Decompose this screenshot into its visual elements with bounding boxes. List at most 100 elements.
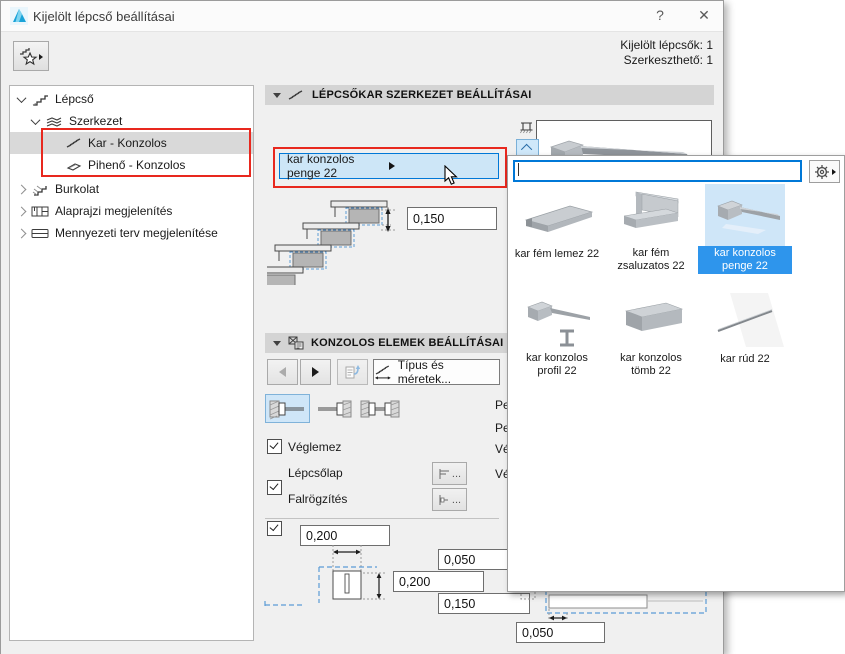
metal-plate-thumb — [518, 186, 596, 244]
lepcsolap-options-button[interactable]: ... — [432, 462, 467, 485]
tree-item-label: Kar - Konzolos — [88, 136, 167, 150]
stair-icon — [31, 93, 49, 106]
lepcsolap-checkbox[interactable] — [267, 480, 282, 495]
dialog-title: Kijelölt lépcső beállításai — [33, 9, 175, 24]
arm-type-label: kar rúd 22 — [717, 352, 773, 367]
arm-type-thumbnail[interactable] — [517, 289, 597, 351]
flight-icon — [66, 137, 82, 149]
tree-item-label: Pihenő - Konzolos — [88, 158, 185, 172]
ellipsis-label: ... — [452, 468, 461, 480]
tree-item-piheno-konzolos[interactable]: Pihenő - Konzolos — [10, 154, 254, 176]
tree-item-szerkezet[interactable]: Szerkezet — [10, 110, 254, 132]
arrow-right-icon — [312, 367, 319, 377]
tree-item-kar-konzolos[interactable]: Kar - Konzolos — [10, 132, 254, 154]
previous-element-button[interactable] — [267, 359, 298, 385]
thickness-dimension-arrow — [381, 205, 399, 235]
arm-type-thumbnail[interactable] — [517, 184, 597, 246]
arm-type-thumbnail[interactable] — [705, 184, 785, 246]
veglemez-label: Véglemez — [288, 440, 341, 454]
wallfix-option-both[interactable] — [358, 397, 402, 420]
wallfix-option-left[interactable] — [265, 394, 310, 423]
falrogzites-options-button[interactable]: ... — [432, 488, 467, 511]
separator — [265, 518, 499, 519]
search-input[interactable] — [513, 160, 802, 182]
arm-type-thumbnail[interactable] — [611, 289, 691, 351]
ellipsis-label: ... — [452, 494, 461, 506]
arm-type-thumbnail[interactable] — [611, 184, 691, 246]
arm-type-item-tomb[interactable]: kar konzolos tömb 22 — [604, 289, 698, 379]
arm-thickness-diagram — [267, 195, 391, 285]
favorites-button[interactable] — [13, 41, 49, 71]
flyout-settings-button[interactable] — [809, 160, 840, 183]
tree-item-lepcso[interactable]: Lépcső — [10, 88, 254, 110]
structure-icon — [45, 115, 63, 128]
chevron-collapsed-icon[interactable] — [17, 228, 27, 238]
chevron-collapsed-icon[interactable] — [17, 184, 27, 194]
section-title: LÉPCSŐKAR SZERKEZET BEÁLLÍTÁSAI — [312, 89, 532, 101]
favorites-star-icon — [18, 46, 44, 66]
editable-count: Szerkeszthető: 1 — [513, 53, 713, 68]
arm-type-item-lemez[interactable]: kar fém lemez 22 — [510, 184, 604, 262]
arm-thickness-input[interactable] — [407, 207, 497, 230]
wallfix-detail-icon — [438, 493, 450, 507]
fixture-section-diagram — [263, 543, 405, 615]
arm-type-item-profil[interactable]: kar konzolos profil 22 — [510, 289, 604, 379]
falrogzites-checkbox[interactable] — [267, 521, 282, 536]
gear-icon — [814, 164, 830, 180]
help-button[interactable]: ? — [643, 1, 677, 30]
section-title: KONZOLOS ELEMEK BEÁLLÍTÁSAI — [311, 337, 503, 349]
tree-item-label: Burkolat — [55, 182, 99, 196]
chevron-collapsed-icon[interactable] — [17, 206, 27, 216]
title-bar[interactable]: Kijelölt lépcső beállításai ? ✕ — [1, 1, 723, 32]
transfer-settings-icon — [344, 364, 361, 380]
cantilever-blade-thumb — [706, 186, 784, 244]
finish-icon — [31, 183, 49, 196]
tree-item-burkolat[interactable]: Burkolat — [10, 178, 254, 200]
landing-icon — [66, 159, 82, 171]
metal-formwork-thumb — [612, 186, 690, 244]
preview-collapse-button[interactable] — [516, 139, 539, 156]
arm-type-value: kar konzolos penge 22 — [287, 152, 383, 180]
close-button[interactable]: ✕ — [687, 1, 721, 30]
tree-item-label: Alaprajzi megjelenítés — [55, 204, 172, 218]
ceiling-plan-icon — [31, 227, 49, 240]
arm-type-label: kar konzolos penge 22 — [698, 246, 792, 274]
arm-structure-section-header[interactable]: LÉPCSŐKAR SZERKEZET BEÁLLÍTÁSAI — [265, 85, 714, 105]
chevron-expanded-icon[interactable] — [17, 93, 27, 103]
settings-tree: Lépcső Szerkezet Kar - Konzolos Pihenő -… — [9, 85, 254, 641]
arm-type-dropdown[interactable]: kar konzolos penge 22 — [279, 153, 499, 179]
rod-thumb — [706, 291, 784, 349]
arm-type-thumbnail[interactable] — [705, 289, 785, 351]
arm-type-flyout-panel: kar fém lemez 22 kar fém zsaluzatos 22 — [507, 155, 845, 592]
support-icon[interactable] — [520, 121, 533, 135]
collapse-triangle-icon[interactable] — [273, 93, 281, 98]
next-element-button[interactable] — [300, 359, 331, 385]
cantilever-profile-thumb — [518, 291, 596, 349]
wallfix-right-icon — [316, 399, 352, 419]
wallfix-both-icon — [360, 399, 400, 419]
chevron-up-icon — [520, 143, 531, 154]
selected-stairs-count: Kijelölt lépcsők: 1 — [513, 38, 713, 53]
block-height-input[interactable] — [393, 571, 484, 592]
arm-type-label: kar konzolos profil 22 — [510, 351, 604, 379]
tree-item-alaprajzi[interactable]: Alaprajzi megjelenítés — [10, 200, 254, 222]
arm-type-item-zsaluzatos[interactable]: kar fém zsaluzatos 22 — [604, 184, 698, 274]
tree-item-label: Lépcső — [55, 92, 94, 106]
type-sizes-icon — [374, 365, 392, 380]
tree-item-label: Szerkezet — [69, 114, 122, 128]
arm-type-item-rud[interactable]: kar rúd 22 — [698, 289, 792, 367]
transfer-settings-button[interactable] — [337, 359, 368, 385]
collapse-triangle-icon[interactable] — [273, 341, 281, 346]
wallfix-option-right[interactable] — [314, 397, 354, 420]
screenshot-root: { "window": { "title": "Kijelölt lépcső … — [0, 0, 845, 653]
arrow-left-icon — [279, 367, 286, 377]
veglemez-checkbox[interactable] — [267, 439, 282, 454]
floor-plan-icon — [31, 205, 49, 218]
arm-type-item-penge[interactable]: kar konzolos penge 22 — [698, 184, 792, 274]
lepcsolap-label: Lépcsőlap — [288, 466, 343, 480]
tree-item-mennyezeti[interactable]: Mennyezeti terv megjelenítése — [10, 222, 254, 244]
type-and-sizes-button[interactable]: Típus és méretek... — [373, 359, 500, 385]
archicad-app-icon — [10, 7, 28, 25]
chevron-expanded-icon[interactable] — [31, 115, 41, 125]
mouse-cursor — [444, 165, 459, 186]
